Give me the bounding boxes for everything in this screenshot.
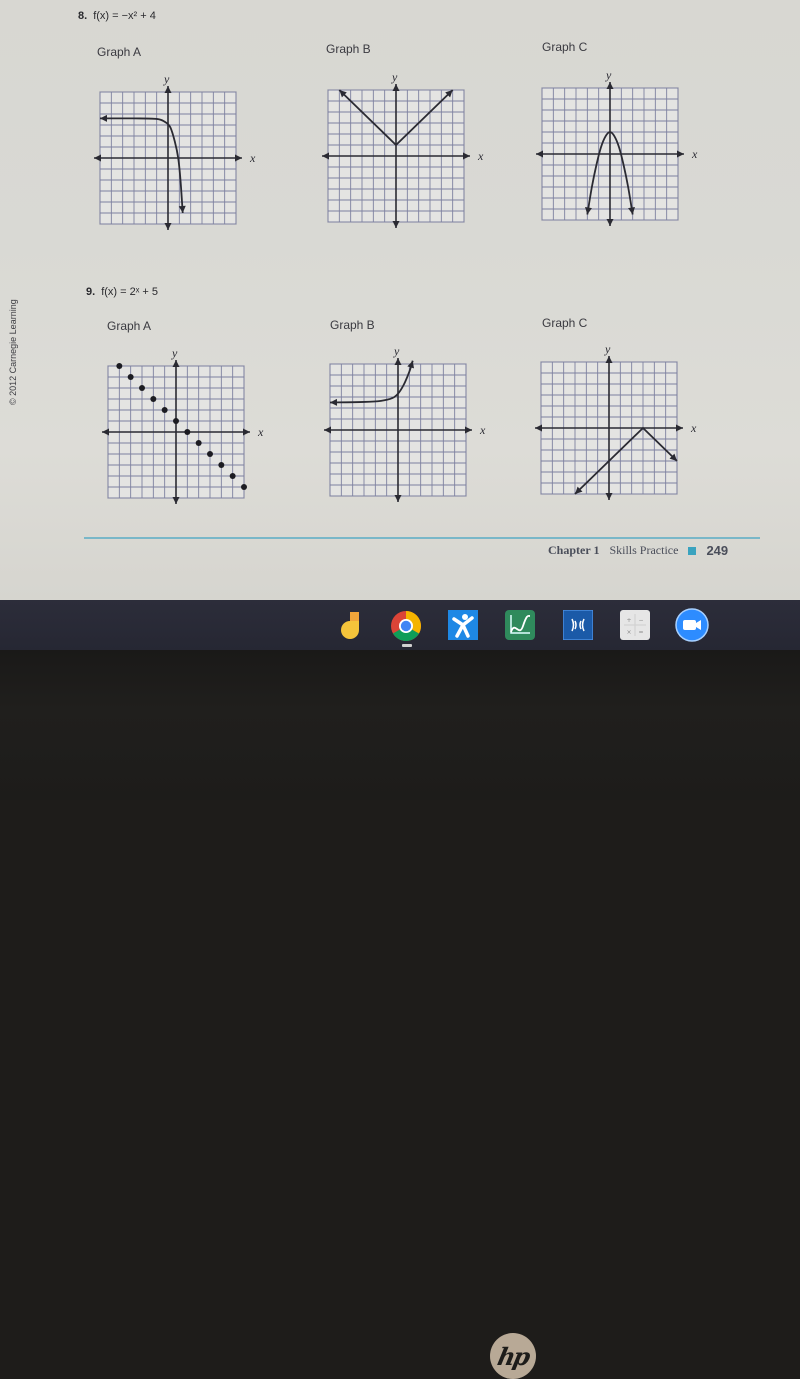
- y-axis-arrow: [605, 356, 613, 363]
- data-point: [150, 396, 157, 402]
- graph-label: Graph A: [107, 319, 152, 333]
- keep-icon[interactable]: [337, 610, 367, 640]
- data-point: [173, 418, 179, 424]
- taskbar: + − × =: [0, 600, 800, 650]
- graph-label: Graph B: [326, 42, 371, 56]
- chrome-icon[interactable]: [390, 610, 422, 642]
- x-axis-arrow: [676, 424, 683, 432]
- x-axis-label: x: [249, 151, 256, 165]
- graph-label: Graph A: [97, 45, 142, 59]
- zoom-icon[interactable]: [675, 608, 709, 642]
- x-axis-arrow: [463, 152, 470, 160]
- copyright-notice: © 2012 Carnegie Learning: [8, 299, 18, 405]
- readwrite-icon[interactable]: [562, 609, 594, 641]
- x-axis-arrow: [235, 154, 242, 162]
- problem-number: 9.: [86, 286, 96, 298]
- y-axis-arrow: [394, 358, 402, 365]
- explain-everything-icon[interactable]: [448, 610, 478, 640]
- hp-logo: hp: [490, 1333, 536, 1379]
- x-axis-arrow: [677, 150, 684, 158]
- y-axis-label: y: [163, 72, 170, 86]
- y-axis-arrow: [606, 219, 614, 226]
- y-axis-arrow: [606, 82, 614, 89]
- graph-9a: xy: [102, 346, 264, 504]
- y-axis-arrow: [392, 221, 400, 228]
- y-axis-label: y: [171, 346, 178, 360]
- x-axis-arrow: [536, 150, 543, 158]
- data-point: [241, 484, 247, 490]
- data-point: [139, 385, 145, 391]
- footer-square-icon: [688, 546, 697, 555]
- x-axis-arrow: [102, 428, 109, 436]
- graph-label: Graph B: [330, 318, 375, 332]
- y-axis-label: y: [604, 342, 611, 356]
- y-axis-arrow: [605, 493, 613, 500]
- x-axis-arrow: [94, 154, 101, 162]
- page-number: 249: [706, 543, 729, 558]
- y-axis-arrow: [172, 497, 180, 504]
- problem-function: f(x) = −x² + 4: [93, 10, 156, 22]
- data-point: [195, 440, 202, 446]
- x-axis-arrow: [243, 428, 250, 436]
- y-axis-label: y: [393, 344, 400, 358]
- footer-chapter: Chapter 1: [548, 543, 600, 557]
- svg-text:−: −: [638, 617, 643, 624]
- x-axis-arrow: [322, 152, 329, 160]
- data-point: [127, 374, 134, 380]
- y-axis-label: y: [605, 68, 612, 82]
- y-axis-arrow: [394, 495, 402, 502]
- data-point: [161, 407, 168, 413]
- data-point: [229, 473, 236, 479]
- y-axis-arrow: [164, 223, 172, 230]
- graph-9b: xy: [324, 344, 486, 502]
- svg-text:+: +: [626, 617, 631, 624]
- graph-8a: xy: [94, 72, 256, 230]
- x-axis-label: x: [257, 425, 264, 439]
- y-axis-arrow: [392, 84, 400, 91]
- problem-9-title: 9. f(x) = 2ˣ + 5: [86, 286, 158, 298]
- problem-8-title: 8. f(x) = −x² + 4: [78, 10, 156, 22]
- svg-text:=: =: [638, 629, 643, 636]
- x-axis-label: x: [477, 149, 484, 163]
- calculator-icon[interactable]: + − × =: [620, 610, 650, 640]
- graph-8c: xy: [536, 68, 698, 226]
- problem-function: f(x) = 2ˣ + 5: [101, 286, 158, 298]
- svg-text:×: ×: [626, 629, 631, 636]
- graph-9c: xy: [535, 342, 697, 500]
- laptop-bezel: hp: [0, 650, 800, 1379]
- active-app-indicator: [402, 644, 412, 647]
- page-footer: Chapter 1 Skills Practice 249: [548, 543, 728, 558]
- x-axis-label: x: [691, 147, 698, 161]
- brand-text: hp: [494, 1341, 532, 1371]
- y-axis-label: y: [391, 70, 398, 84]
- data-point: [207, 451, 213, 457]
- data-point: [184, 429, 191, 435]
- desmos-icon[interactable]: [505, 610, 535, 640]
- x-axis-label: x: [479, 423, 486, 437]
- footer-section: Skills Practice: [609, 543, 679, 557]
- x-axis-arrow: [535, 424, 542, 432]
- worksheet-page: 8. f(x) = −x² + 4 Graph A Graph B Graph C…: [0, 0, 800, 600]
- x-axis-arrow: [465, 426, 472, 434]
- graph-label: Graph C: [542, 316, 588, 330]
- graph-label: Graph C: [542, 40, 588, 54]
- data-point: [218, 462, 225, 468]
- problem-number: 8.: [78, 10, 88, 22]
- data-point: [116, 363, 123, 369]
- footer-divider: [84, 537, 760, 539]
- y-axis-arrow: [164, 86, 172, 93]
- graph-8b: xy: [322, 70, 484, 228]
- y-axis-arrow: [172, 360, 180, 367]
- x-axis-arrow: [324, 426, 331, 434]
- x-axis-label: x: [690, 421, 697, 435]
